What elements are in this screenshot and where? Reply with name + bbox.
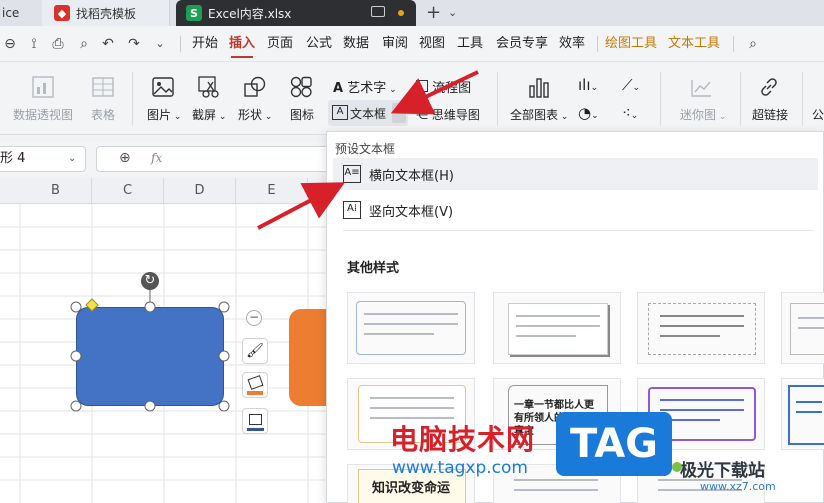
watermark-site2: 极光下载站 — [680, 461, 765, 481]
watermark-site-url: www.tagxp.com — [392, 458, 528, 478]
tag-badge-logo: TAG — [556, 412, 672, 476]
arrow-to-textbox-dropdown — [390, 70, 479, 115]
logo-icon — [672, 462, 682, 472]
watermark-site-title: 电脑技术网 — [390, 423, 536, 456]
arrow-to-horizontal-textbox — [257, 182, 346, 230]
watermark-site2-url: www.xz7.com — [700, 480, 776, 493]
